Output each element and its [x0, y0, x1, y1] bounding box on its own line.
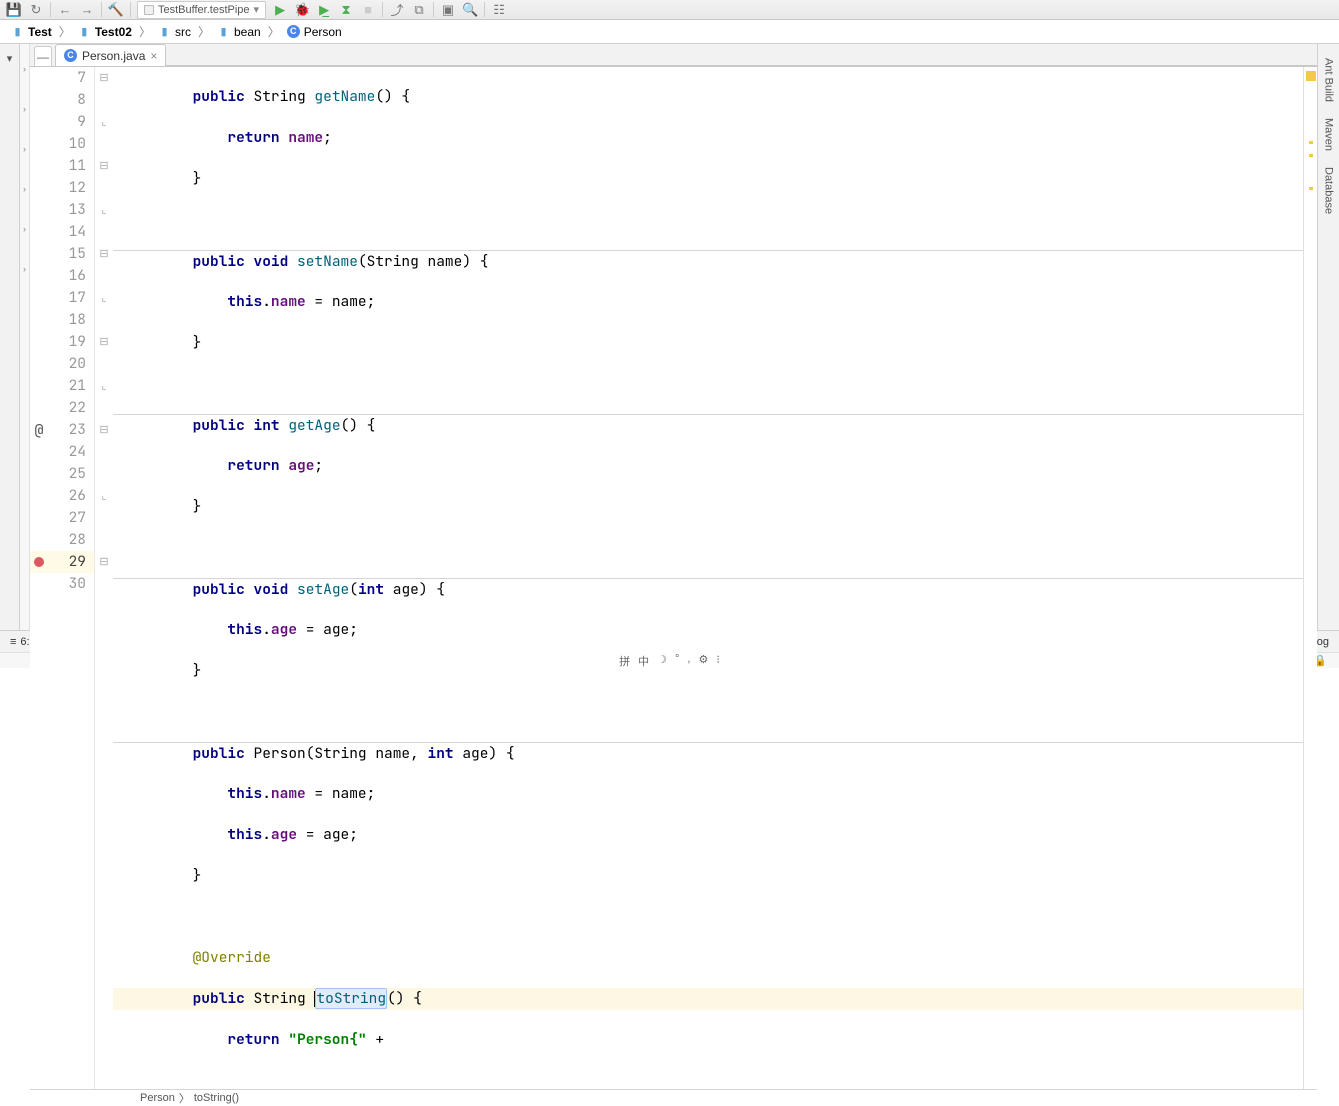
breadcrumb-project-label: Test02 — [95, 25, 132, 39]
run-config-selector[interactable]: TestBuffer.testPipe ▾ — [137, 1, 266, 19]
code-editor[interactable]: 7 8 9 10 11 12 13 14 15 16 17 18 19 20 2… — [30, 67, 1317, 1089]
separator — [130, 2, 131, 17]
editor: — C Person.java × 7 8 9 10 11 12 13 14 1… — [30, 44, 1317, 630]
context-method[interactable]: toString() — [194, 1092, 239, 1104]
class-icon: C — [64, 49, 77, 62]
forward-icon[interactable]: 🔍 — [462, 2, 478, 18]
close-tab-icon[interactable]: × — [150, 49, 157, 63]
build-icon[interactable]: 🔨 — [108, 2, 124, 18]
coverage-icon[interactable]: ▶̲ — [316, 2, 332, 18]
breadcrumb-root-label: Test — [28, 25, 52, 39]
ime-deg[interactable]: ° — [675, 653, 679, 669]
debug-icon[interactable]: 🐞 — [294, 2, 310, 18]
ime-pinyin[interactable]: 拼 — [619, 653, 630, 669]
breadcrumb-pkg[interactable]: ▮ bean — [212, 25, 266, 39]
ime-widgets[interactable]: 拼 中 ☽ ° , ⚙ ⁝ — [619, 653, 720, 669]
error-stripe[interactable] — [1303, 67, 1317, 1089]
ime-gear-icon[interactable]: ⚙ — [698, 653, 708, 669]
collapse-tabs-button[interactable]: — — [34, 46, 52, 66]
separator — [50, 2, 51, 17]
breadcrumb-class-label: Person — [304, 25, 342, 39]
run-icon[interactable]: ▶ — [272, 2, 288, 18]
structure-icon[interactable]: ☷ — [491, 2, 507, 18]
dropdown-icon: ▾ — [254, 3, 260, 16]
breakpoint-icon[interactable] — [34, 557, 44, 567]
run-config-icon — [144, 5, 154, 15]
breadcrumb-sep: 〉 — [57, 23, 73, 40]
project-toolwindow-button[interactable]: ▾ — [7, 52, 13, 65]
ime-comma[interactable]: , — [687, 653, 690, 669]
folder-icon: ▮ — [217, 25, 230, 38]
ant-toolwindow-button[interactable]: Ant Build — [1323, 58, 1335, 102]
diff-icon[interactable]: ⧉ — [411, 2, 427, 18]
vcs-icon[interactable]: ⤴ — [389, 2, 405, 18]
warning-marker[interactable] — [1309, 141, 1313, 144]
back-icon[interactable]: ▣ — [440, 2, 456, 18]
breadcrumb-project[interactable]: ▮ Test02 — [73, 25, 137, 39]
override-gutter-icon[interactable]: @ — [34, 419, 43, 441]
breadcrumb-sep: 〉 — [266, 23, 282, 40]
project-tree-collapsed[interactable]: › › › › › › — [20, 44, 30, 630]
caret-icon: › — [23, 144, 26, 154]
breadcrumb-sep: 〉 — [137, 23, 153, 40]
breadcrumb-root[interactable]: ▮ Test — [6, 25, 57, 39]
profile-icon[interactable]: ⧗ — [338, 2, 354, 18]
stop-icon[interactable]: ■ — [360, 2, 376, 18]
editor-context-bar: Person 〉 toString() — [30, 1089, 1317, 1106]
main-toolbar: 💾 ↻ ← → 🔨 TestBuffer.testPipe ▾ ▶ 🐞 ▶̲ ⧗… — [0, 0, 1339, 20]
folder-icon: ▮ — [11, 25, 24, 38]
separator — [101, 2, 102, 17]
editor-tabs: — C Person.java × — [30, 44, 1317, 67]
refresh-icon[interactable]: ↻ — [28, 2, 44, 18]
breadcrumb-sep: 〉 — [196, 23, 212, 40]
file-tab-label: Person.java — [82, 49, 145, 63]
caret-icon: › — [23, 184, 26, 194]
class-icon: C — [287, 25, 300, 38]
file-tab-person[interactable]: C Person.java × — [55, 44, 166, 66]
inspection-indicator[interactable] — [1306, 71, 1316, 81]
context-sep: 〉 — [179, 1090, 190, 1106]
run-config-label: TestBuffer.testPipe — [158, 4, 250, 16]
caret-icon: › — [23, 64, 26, 74]
tab-bar-filler — [166, 44, 1317, 66]
folder-icon: ▮ — [158, 25, 171, 38]
left-toolwindow-bar: ▾ — [0, 44, 20, 630]
context-class[interactable]: Person — [140, 1092, 175, 1104]
ime-zh[interactable]: 中 — [638, 653, 649, 669]
separator — [484, 2, 485, 17]
breadcrumbs-bar: ▮ Test 〉 ▮ Test02 〉 ▮ src 〉 ▮ bean 〉 C P… — [0, 20, 1339, 44]
breadcrumb-class[interactable]: C Person — [282, 25, 347, 39]
separator — [382, 2, 383, 17]
caret-icon: › — [23, 264, 26, 274]
breadcrumb-src-label: src — [175, 25, 191, 39]
ime-moon-icon[interactable]: ☽ — [657, 653, 667, 669]
save-icon[interactable]: 💾 — [6, 2, 22, 18]
separator — [433, 2, 434, 17]
fold-gutter[interactable]: ⊟⌞ ⊟⌞ ⊟⌞ ⊟⌞ ⊟⌞ ⊟ — [95, 67, 113, 1089]
right-toolwindow-bar: Ant Build Maven Database — [1317, 44, 1339, 630]
caret-icon: › — [23, 104, 26, 114]
breadcrumb-src[interactable]: ▮ src — [153, 25, 196, 39]
database-toolwindow-button[interactable]: Database — [1323, 167, 1335, 214]
redo-icon[interactable]: → — [79, 2, 95, 18]
breadcrumb-pkg-label: bean — [234, 25, 261, 39]
warning-marker[interactable] — [1309, 187, 1313, 190]
warning-marker[interactable] — [1309, 154, 1313, 157]
undo-icon[interactable]: ← — [57, 2, 73, 18]
caret-icon: › — [23, 224, 26, 234]
code-content[interactable]: public String getName() { return name; }… — [113, 67, 1303, 1089]
line-number-gutter[interactable]: 7 8 9 10 11 12 13 14 15 16 17 18 19 20 2… — [30, 67, 95, 1089]
ime-more-icon[interactable]: ⁝ — [716, 653, 720, 669]
folder-icon: ▮ — [78, 25, 91, 38]
maven-toolwindow-button[interactable]: Maven — [1323, 118, 1335, 151]
